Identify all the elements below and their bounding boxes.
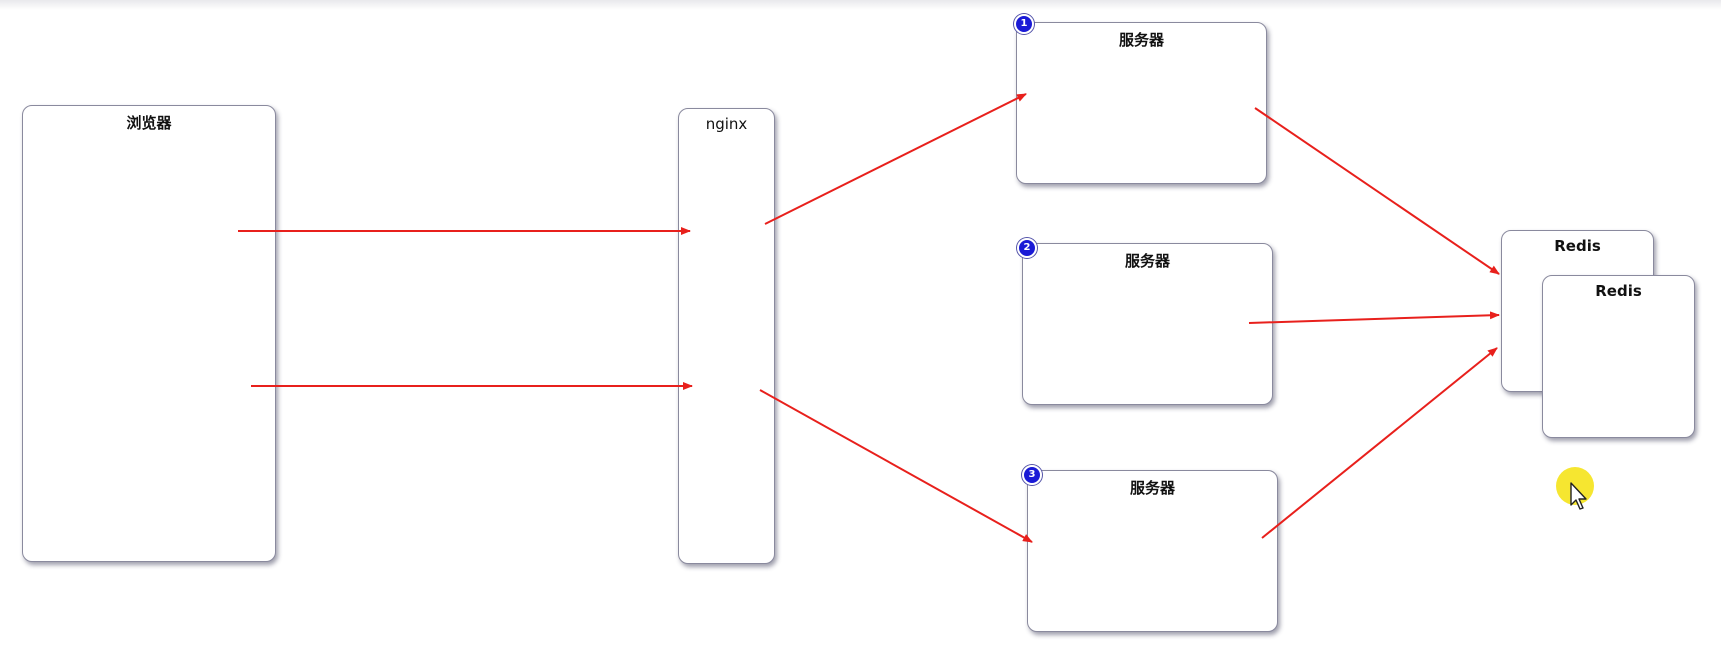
mouse-pointer-icon bbox=[1570, 482, 1587, 510]
arrow-server-3-to-redis bbox=[1261, 347, 1498, 539]
arrow-nginx-to-server-1 bbox=[764, 93, 1027, 225]
arrow-nginx-to-server-3 bbox=[759, 389, 1033, 543]
arrow-server-1-to-redis bbox=[1254, 107, 1500, 275]
diagram-canvas: 浏览器 nginx 服务器 1 服务器 2 服务器 3 Redis Redis bbox=[0, 0, 1721, 658]
connection-arrows bbox=[238, 93, 1500, 543]
arrow-server-2-to-redis bbox=[1248, 311, 1500, 324]
